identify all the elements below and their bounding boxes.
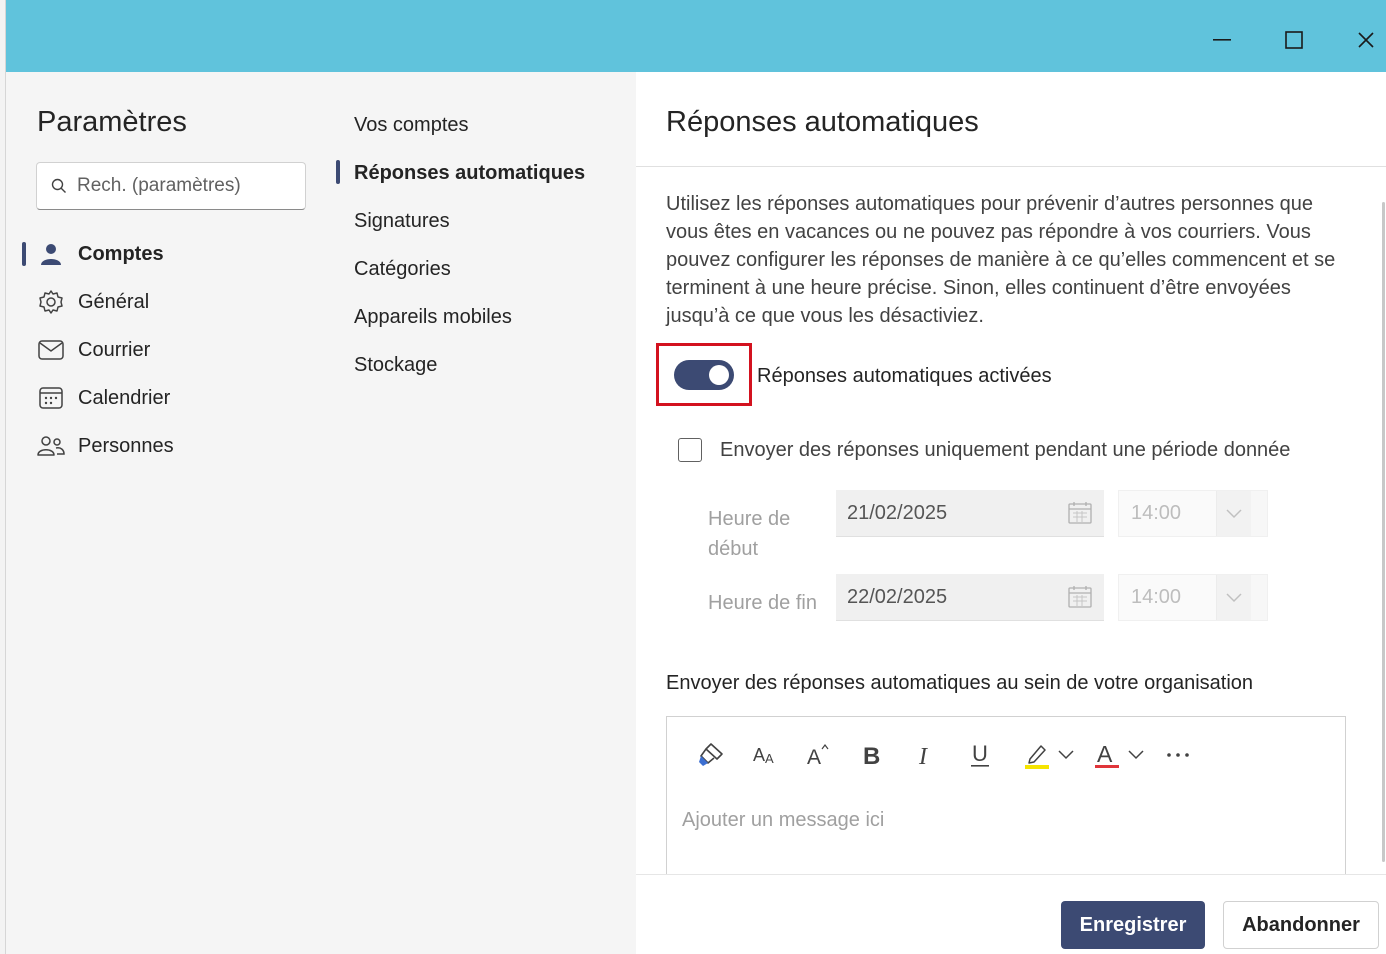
nav-item-personnes[interactable]: Personnes	[36, 424, 326, 468]
period-checkbox-row[interactable]: Envoyer des réponses uniquement pendant …	[678, 438, 1290, 462]
subnav-reponses-automatiques[interactable]: Réponses automatiques	[354, 162, 585, 185]
more-icon	[1167, 753, 1189, 757]
increase-font-icon: A	[807, 744, 829, 768]
auto-replies-panel: Réponses automatiques Utilisez les répon…	[636, 72, 1386, 954]
start-date-field[interactable]: 21/02/2025	[836, 490, 1104, 537]
start-time-value: 14:00	[1119, 491, 1217, 536]
font-size-icon: AA	[753, 745, 774, 766]
italic-button[interactable]: I	[911, 737, 941, 773]
org-section-label: Envoyer des réponses automatiques au sei…	[666, 672, 1254, 694]
font-color-button[interactable]: A	[1091, 737, 1147, 773]
title-bar	[6, 0, 1386, 72]
settings-title: Paramètres	[37, 106, 187, 138]
svg-text:U: U	[972, 742, 988, 766]
people-icon	[36, 435, 66, 457]
nav-item-comptes[interactable]: Comptes	[36, 232, 326, 276]
font-color-icon: A	[1095, 741, 1119, 768]
bold-icon: B	[863, 743, 880, 767]
more-options-button[interactable]	[1163, 737, 1193, 773]
nav-item-general[interactable]: Général	[36, 280, 326, 324]
underline-icon: U	[971, 742, 989, 767]
end-time-select[interactable]: 14:00	[1118, 574, 1268, 621]
minimize-button[interactable]	[1202, 20, 1242, 60]
content-scrollbar[interactable]	[1382, 202, 1385, 862]
subnav-categories[interactable]: Catégories	[354, 258, 451, 281]
accounts-subnav: Vos comptes Réponses automatiques Signat…	[334, 72, 636, 954]
svg-text:B: B	[863, 743, 880, 767]
underline-button[interactable]: U	[965, 737, 995, 773]
start-date-value: 21/02/2025	[847, 501, 948, 524]
italic-icon: I	[918, 744, 928, 767]
close-button[interactable]	[1346, 20, 1386, 60]
end-date-field[interactable]: 22/02/2025	[836, 574, 1104, 621]
format-painter-icon	[699, 743, 723, 766]
nav-item-courrier[interactable]: Courrier	[36, 328, 326, 372]
start-time-select[interactable]: 14:00	[1118, 490, 1268, 537]
discard-button[interactable]: Abandonner	[1223, 901, 1379, 949]
maximize-button[interactable]	[1274, 20, 1314, 60]
period-checkbox[interactable]	[678, 438, 702, 462]
gear-icon	[36, 289, 66, 315]
svg-text:A: A	[1097, 741, 1113, 767]
subnav-vos-comptes[interactable]: Vos comptes	[354, 114, 469, 137]
maximize-icon	[1285, 31, 1303, 49]
chevron-down-icon	[1058, 750, 1074, 760]
nav-item-calendrier[interactable]: Calendrier	[36, 376, 326, 420]
calendar-icon	[1068, 586, 1092, 608]
subnav-signatures[interactable]: Signatures	[354, 210, 450, 233]
message-editor[interactable]: AA A B I U A Ajouter un message ici	[666, 716, 1346, 886]
format-painter-button[interactable]	[695, 737, 727, 773]
subnav-stockage[interactable]: Stockage	[354, 354, 437, 377]
calendar-icon	[36, 386, 66, 410]
svg-text:I: I	[918, 744, 928, 767]
toggle-knob	[709, 364, 729, 385]
highlight-button[interactable]	[1017, 737, 1079, 773]
title-divider	[636, 166, 1386, 167]
highlight-icon	[1025, 745, 1049, 769]
auto-replies-toggle[interactable]	[674, 359, 734, 390]
search-input[interactable]	[77, 175, 277, 197]
font-size-button[interactable]: AA	[749, 737, 781, 773]
end-time-value: 14:00	[1119, 575, 1217, 620]
svg-text:A: A	[807, 746, 821, 768]
bold-button[interactable]: B	[857, 737, 887, 773]
search-box[interactable]	[36, 162, 306, 210]
calendar-icon	[1068, 502, 1092, 524]
save-button[interactable]: Enregistrer	[1061, 901, 1205, 949]
close-icon	[1358, 32, 1374, 48]
message-placeholder[interactable]: Ajouter un message ici	[682, 809, 884, 832]
auto-replies-toggle-highlight[interactable]	[656, 343, 752, 406]
period-checkbox-label: Envoyer des réponses uniquement pendant …	[720, 438, 1291, 461]
subnav-active-indicator	[336, 160, 340, 184]
end-time-label: Heure de fin	[708, 592, 817, 614]
subnav-appareils-mobiles[interactable]: Appareils mobiles	[354, 306, 512, 329]
chevron-down-icon	[1217, 575, 1251, 620]
settings-nav: Paramètres Comptes Général Courrier Cale…	[6, 72, 334, 954]
chevron-down-icon	[1217, 491, 1251, 536]
end-date-value: 22/02/2025	[847, 585, 948, 608]
mail-icon	[36, 340, 66, 360]
description-text: Utilisez les réponses automatiques pour …	[666, 193, 1336, 327]
chevron-down-icon	[1128, 750, 1144, 760]
increase-font-button[interactable]: A	[803, 737, 835, 773]
toggle-label: Réponses automatiques activées	[757, 365, 1052, 387]
svg-text:A: A	[765, 751, 774, 766]
svg-text:A: A	[753, 745, 765, 765]
search-icon	[51, 178, 66, 193]
action-footer: Enregistrer Abandonner	[636, 874, 1386, 954]
page-title: Réponses automatiques	[666, 106, 979, 138]
start-time-label: Heure de début	[708, 508, 791, 560]
person-icon	[36, 242, 66, 266]
active-indicator	[22, 242, 26, 266]
minimize-icon	[1213, 39, 1231, 41]
